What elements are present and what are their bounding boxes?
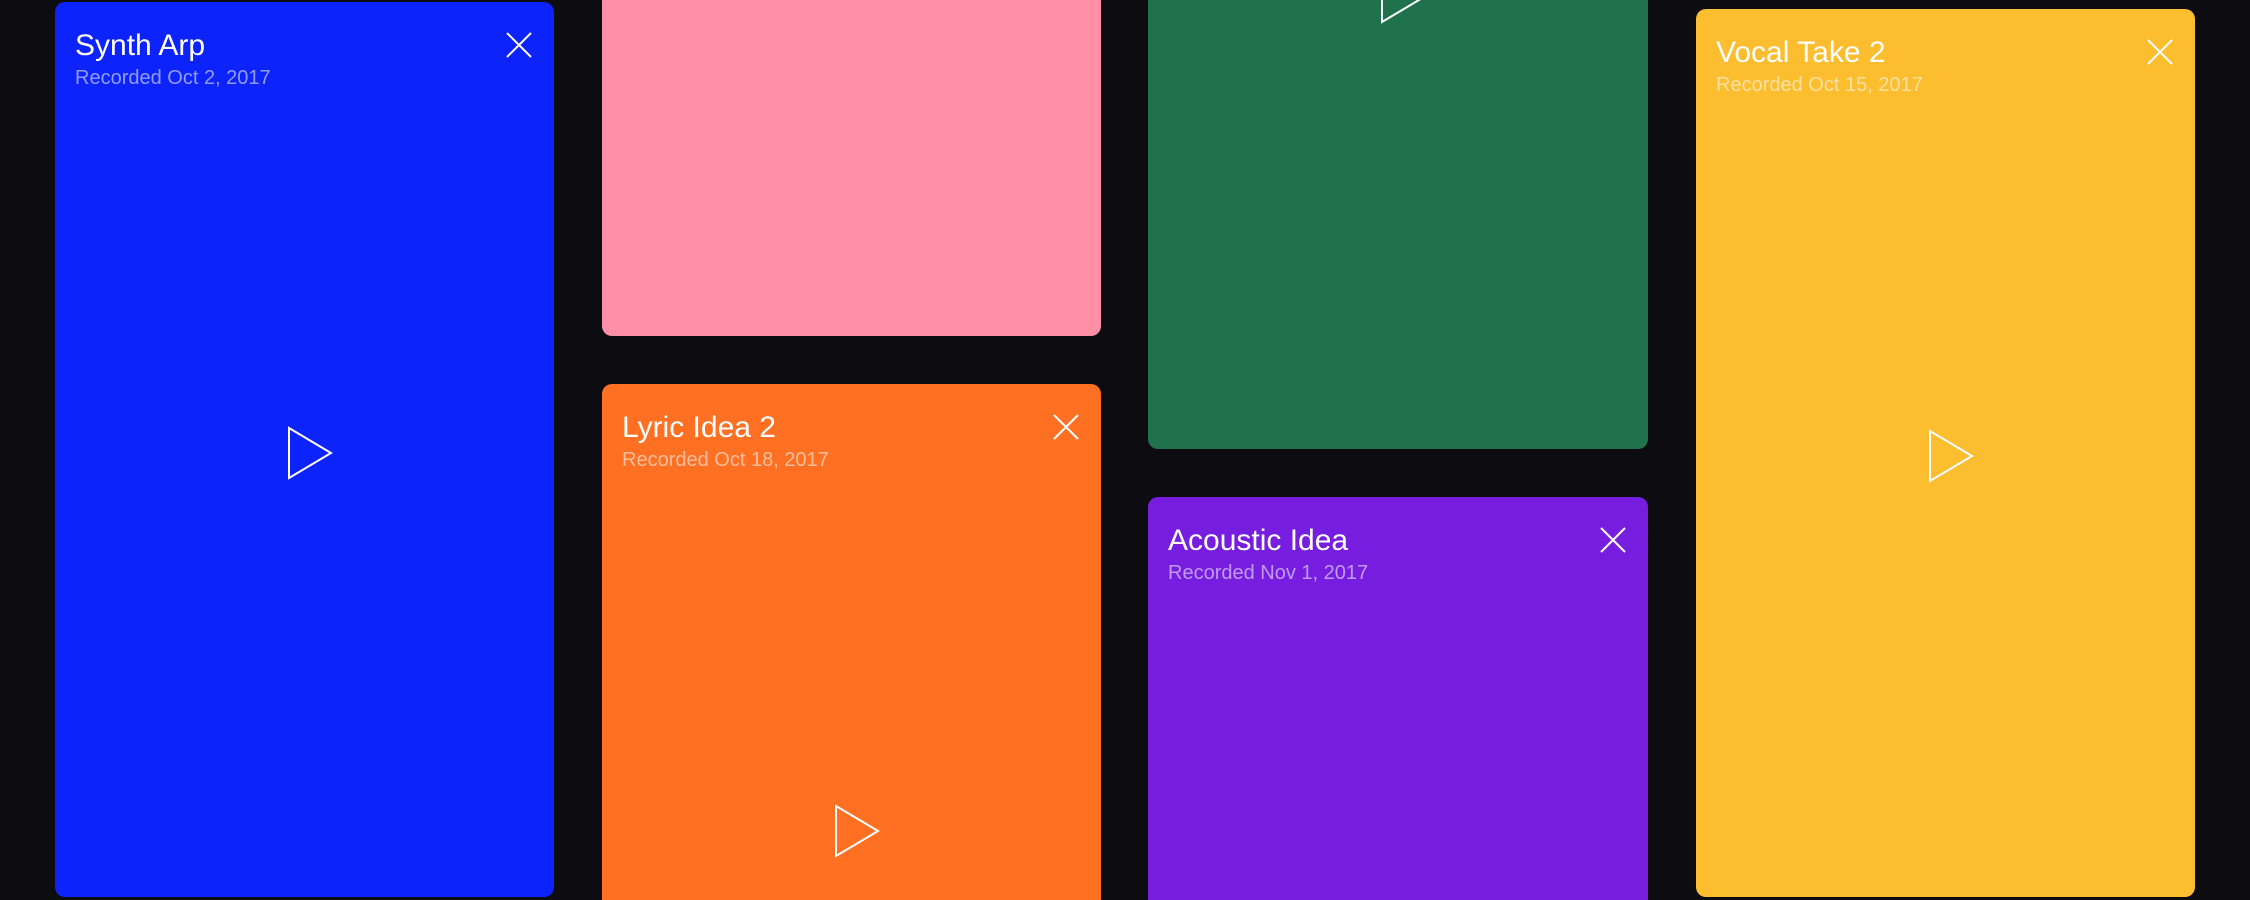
recording-card-vocal-take-2[interactable]: Vocal Take 2 Recorded Oct 15, 2017 — [1696, 9, 2195, 897]
play-icon[interactable] — [1927, 428, 1975, 484]
card-recorded-date: Recorded Nov 1, 2017 — [1168, 562, 1369, 584]
recording-card-pink[interactable] — [602, 0, 1101, 336]
close-icon[interactable] — [1598, 525, 1628, 555]
close-icon[interactable] — [504, 30, 534, 60]
play-icon[interactable] — [833, 803, 881, 859]
card-recorded-date: Recorded Oct 2, 2017 — [75, 67, 271, 89]
recording-card-lyric-idea-2[interactable]: Lyric Idea 2 Recorded Oct 18, 2017 — [602, 384, 1101, 900]
play-icon[interactable] — [1379, 0, 1427, 25]
play-icon[interactable] — [286, 425, 334, 481]
recordings-board: Synth Arp Recorded Oct 2, 2017 Lyric Ide… — [0, 0, 2250, 900]
card-recorded-date: Recorded Oct 15, 2017 — [1716, 74, 1923, 96]
recording-card-synth-arp[interactable]: Synth Arp Recorded Oct 2, 2017 — [55, 2, 554, 897]
card-title: Synth Arp — [75, 29, 206, 62]
close-icon[interactable] — [1051, 412, 1081, 442]
card-title: Lyric Idea 2 — [622, 411, 776, 444]
card-recorded-date: Recorded Oct 18, 2017 — [622, 449, 829, 471]
card-title: Vocal Take 2 — [1716, 36, 1886, 69]
card-title: Acoustic Idea — [1168, 524, 1349, 557]
recording-card-acoustic-idea[interactable]: Acoustic Idea Recorded Nov 1, 2017 — [1148, 497, 1648, 900]
recording-card-green[interactable] — [1148, 0, 1648, 449]
close-icon[interactable] — [2145, 37, 2175, 67]
